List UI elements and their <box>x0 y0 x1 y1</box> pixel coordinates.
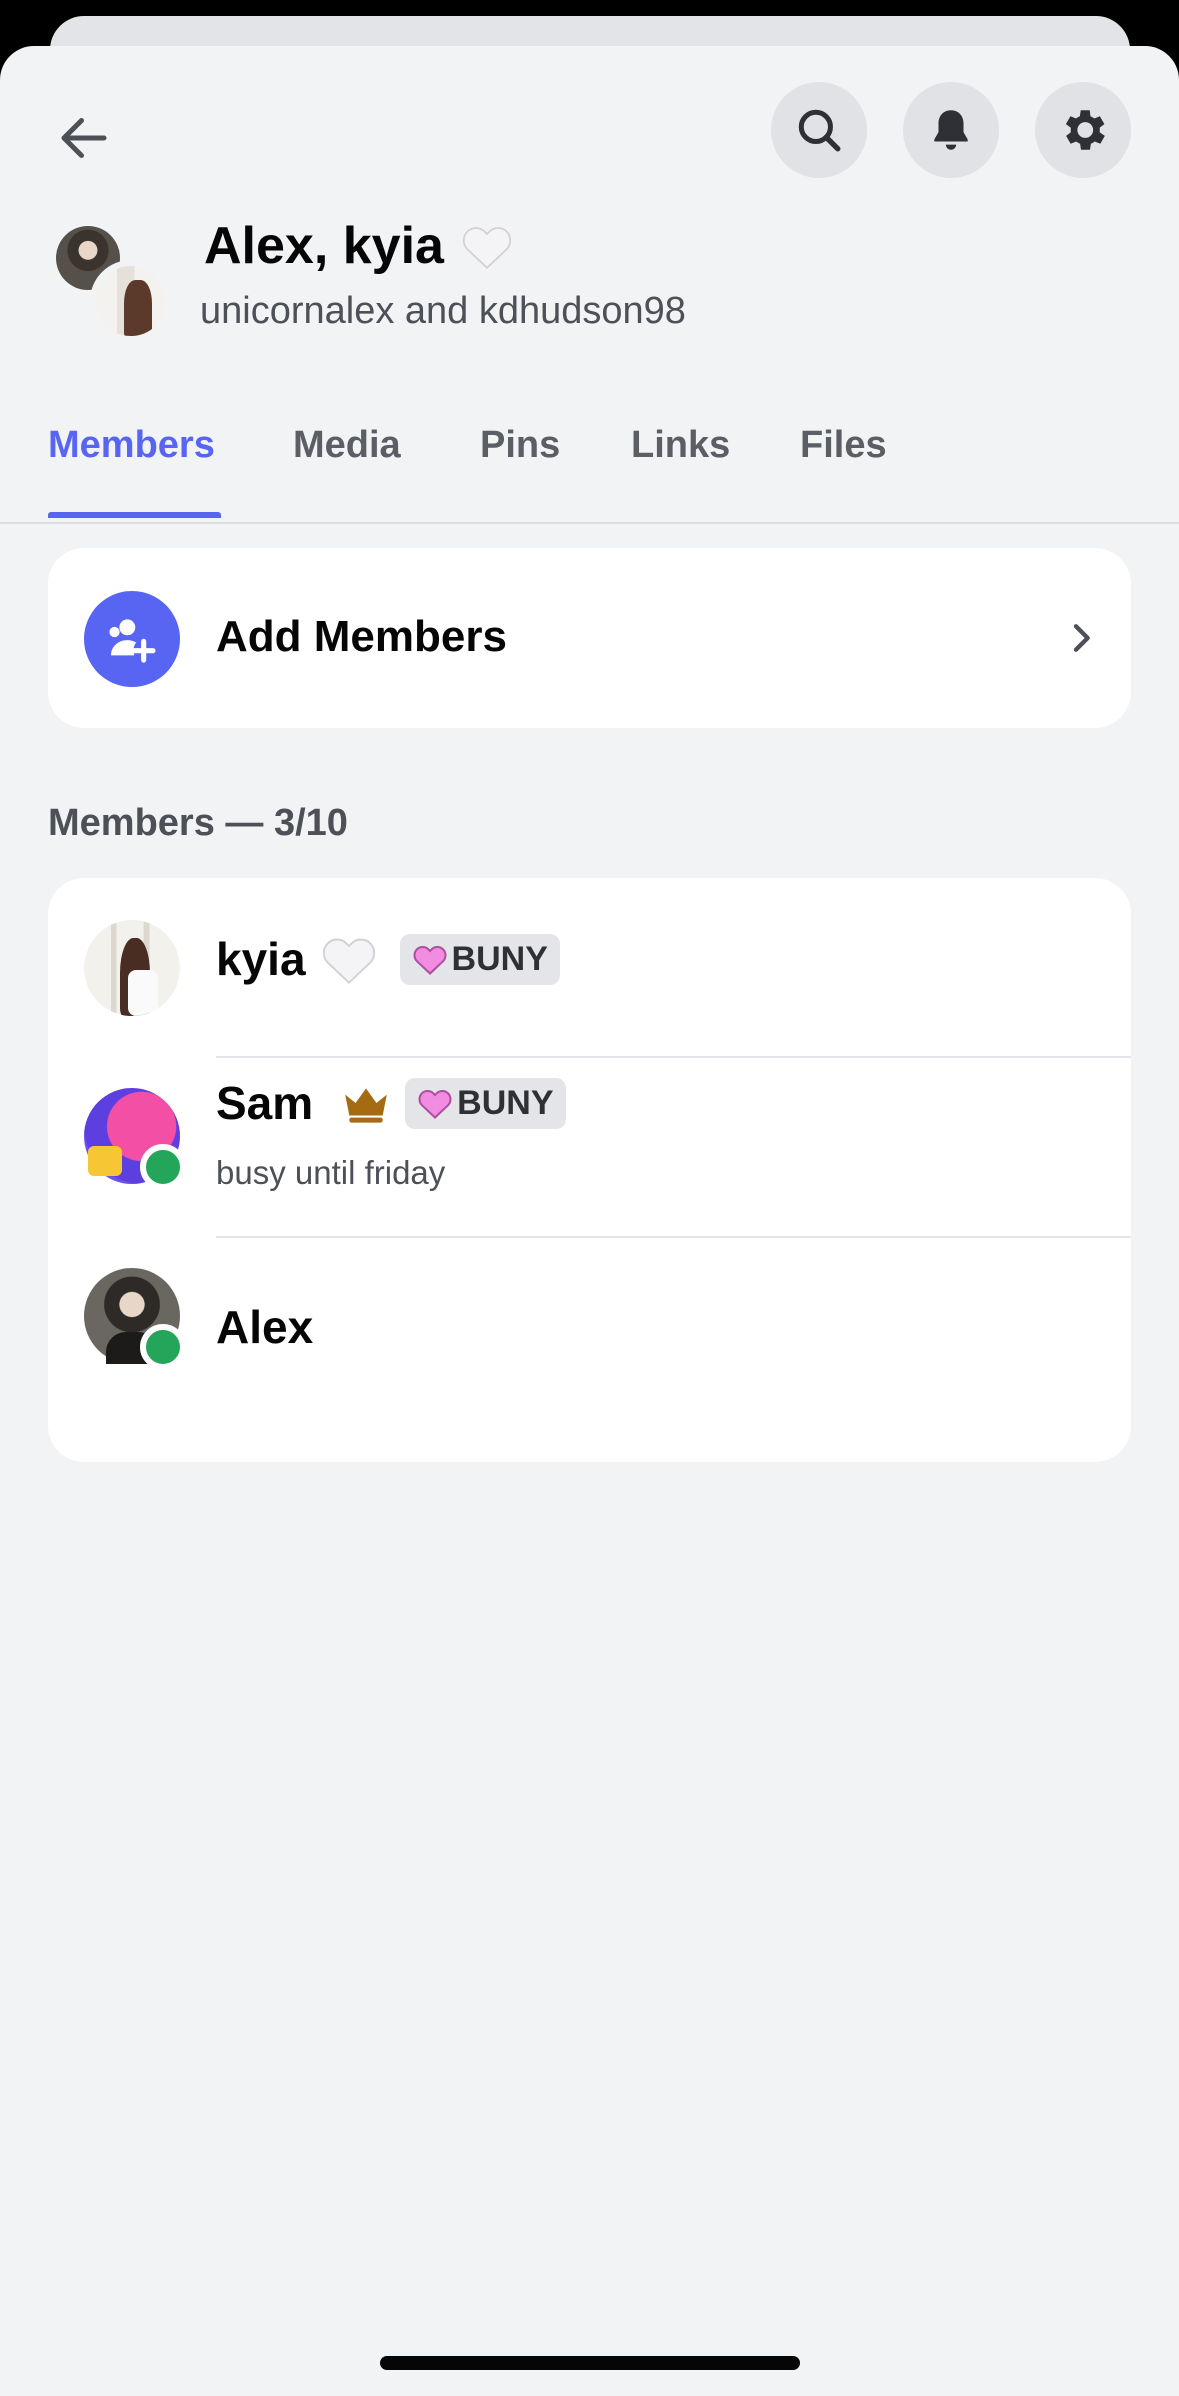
bell-icon <box>934 110 968 150</box>
home-indicator[interactable] <box>380 2356 800 2370</box>
arrow-left-icon <box>61 118 107 158</box>
avatar-kyia <box>90 260 172 342</box>
badge-label: BUNY <box>457 1083 554 1122</box>
badge-label: BUNY <box>451 939 548 978</box>
online-status-indicator <box>140 1144 186 1190</box>
add-members-button[interactable]: Add Members <box>48 548 1131 728</box>
pink-heart-icon <box>413 945 447 975</box>
server-tag-badge: BUNY <box>405 1077 566 1129</box>
chevron-right-icon <box>1073 624 1090 652</box>
crown-icon <box>345 1088 388 1123</box>
server-tag-badge: BUNY <box>399 933 560 985</box>
group-avatar <box>56 226 172 342</box>
member-row-sam[interactable]: Sam BUNY busy until friday <box>48 1058 1131 1238</box>
page-subtitle: unicornalex and kdhudson98 <box>200 290 686 332</box>
tab-members[interactable]: Members <box>48 424 215 467</box>
member-row-kyia[interactable]: kyia BUNY <box>48 878 1131 1058</box>
member-name-row: Alex <box>216 1300 313 1354</box>
page-title: Alex, kyia <box>204 216 514 276</box>
tab-bar: Members Media Pins Links Files <box>0 376 1179 524</box>
notifications-button[interactable] <box>903 82 999 178</box>
avatar <box>84 1268 186 1370</box>
online-status-indicator <box>140 1324 186 1370</box>
member-status-text: busy until friday <box>216 1154 446 1191</box>
gear-icon <box>1065 110 1105 150</box>
member-name: kyia <box>216 933 306 985</box>
group-dm-settings-sheet: Alex, kyia unicornalex and kdhudson98 Me… <box>0 46 1179 2396</box>
member-row-alex[interactable]: Alex <box>48 1238 1131 1418</box>
avatar <box>84 1088 186 1190</box>
member-name: Alex <box>216 1301 314 1353</box>
search-button[interactable] <box>771 82 867 178</box>
member-name-row: kyia BUNY <box>216 932 560 986</box>
members-section-header: Members — 3/10 <box>48 802 348 844</box>
tab-pins[interactable]: Pins <box>480 424 560 467</box>
title-text: Alex, kyia <box>204 217 444 275</box>
back-button[interactable] <box>44 98 124 178</box>
pink-heart-icon <box>418 1089 452 1119</box>
tab-links[interactable]: Links <box>631 424 730 467</box>
tab-media[interactable]: Media <box>293 424 401 467</box>
white-heart-icon <box>322 938 375 984</box>
add-members-label: Add Members <box>216 612 507 661</box>
members-list: kyia BUNY Sam BUNY busy until friday Ale… <box>48 878 1131 1462</box>
member-name-row: Sam BUNY <box>216 1076 566 1130</box>
active-tab-indicator <box>48 512 221 518</box>
avatar <box>84 920 180 1016</box>
white-heart-icon <box>462 227 512 270</box>
search-icon <box>798 109 841 152</box>
settings-button[interactable] <box>1035 82 1131 178</box>
add-user-icon <box>84 591 180 687</box>
member-name: Sam <box>216 1077 314 1129</box>
tab-files[interactable]: Files <box>800 424 887 467</box>
